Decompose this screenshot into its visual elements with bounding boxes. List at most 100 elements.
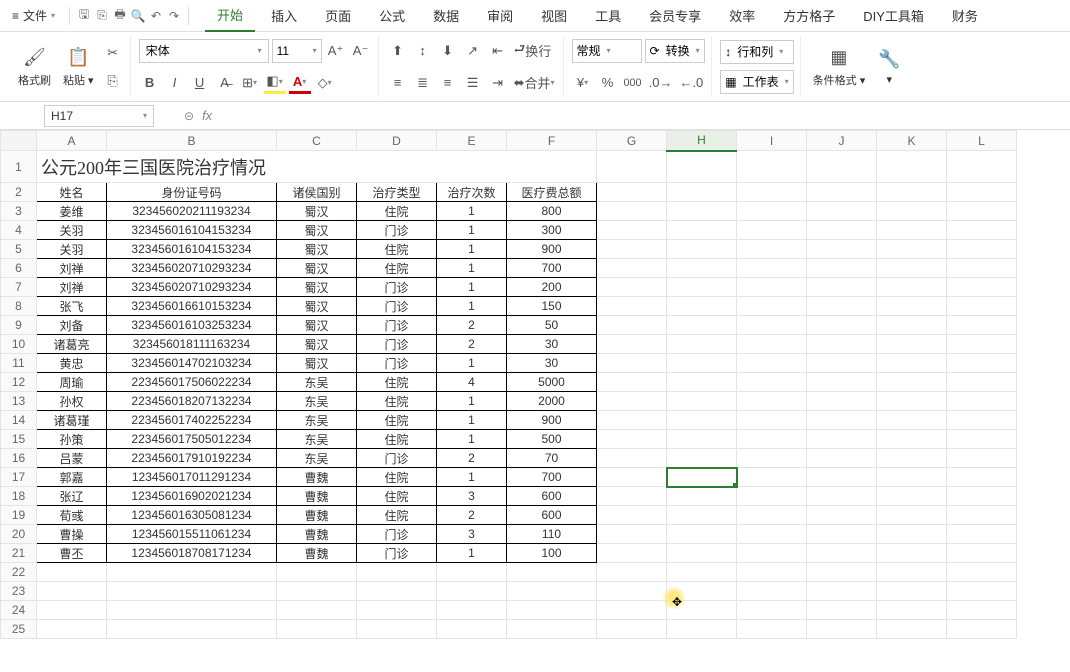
cell-B9[interactable]: 323456016103253234: [107, 316, 277, 335]
cell-G24[interactable]: [597, 601, 667, 620]
row-header-22[interactable]: 22: [1, 563, 37, 582]
cell-B3[interactable]: 323456020211193234: [107, 202, 277, 221]
cell-E18[interactable]: 3: [437, 487, 507, 506]
cell-H5[interactable]: [667, 240, 737, 259]
cell-D18[interactable]: 住院: [357, 487, 437, 506]
cell-J25[interactable]: [807, 620, 877, 639]
cell-H8[interactable]: [667, 297, 737, 316]
cell-B5[interactable]: 323456016104153234: [107, 240, 277, 259]
cell-H6[interactable]: [667, 259, 737, 278]
cell-F20[interactable]: 110: [507, 525, 597, 544]
row-header-6[interactable]: 6: [1, 259, 37, 278]
indent-button[interactable]: ⇥: [487, 72, 509, 94]
cell-K3[interactable]: [877, 202, 947, 221]
cell-G16[interactable]: [597, 449, 667, 468]
cell-L16[interactable]: [947, 449, 1017, 468]
cell-A8[interactable]: 张飞: [37, 297, 107, 316]
cell-F14[interactable]: 900: [507, 411, 597, 430]
cell-F13[interactable]: 2000: [507, 392, 597, 411]
cell-B24[interactable]: [107, 601, 277, 620]
cell-F21[interactable]: 100: [507, 544, 597, 563]
row-header-8[interactable]: 8: [1, 297, 37, 316]
cell-F19[interactable]: 600: [507, 506, 597, 525]
cell-B22[interactable]: [107, 563, 277, 582]
cell-I23[interactable]: [737, 582, 807, 601]
cell-A21[interactable]: 曹丕: [37, 544, 107, 563]
cell-J4[interactable]: [807, 221, 877, 240]
cell-C20[interactable]: 曹魏: [277, 525, 357, 544]
rowcol-button[interactable]: ↕ 行和列 ▾: [720, 40, 793, 64]
cell-I19[interactable]: [737, 506, 807, 525]
cell-F15[interactable]: 500: [507, 430, 597, 449]
cell-D23[interactable]: [357, 582, 437, 601]
cell-E3[interactable]: 1: [437, 202, 507, 221]
decrease-font-button[interactable]: A⁻: [350, 40, 372, 62]
row-header-5[interactable]: 5: [1, 240, 37, 259]
cell-D19[interactable]: 住院: [357, 506, 437, 525]
cell-B18[interactable]: 123456016902021234: [107, 487, 277, 506]
cell-I10[interactable]: [737, 335, 807, 354]
tab-效率[interactable]: 效率: [717, 0, 767, 31]
row-header-25[interactable]: 25: [1, 620, 37, 639]
cell-J10[interactable]: [807, 335, 877, 354]
cell-K5[interactable]: [877, 240, 947, 259]
cell-J6[interactable]: [807, 259, 877, 278]
cell-H25[interactable]: [667, 620, 737, 639]
cell-K23[interactable]: [877, 582, 947, 601]
cell-D22[interactable]: [357, 563, 437, 582]
cell-L25[interactable]: [947, 620, 1017, 639]
cell-C24[interactable]: [277, 601, 357, 620]
cell-C17[interactable]: 曹魏: [277, 468, 357, 487]
cell-A11[interactable]: 黄忠: [37, 354, 107, 373]
tab-审阅[interactable]: 审阅: [475, 0, 525, 31]
cell-K9[interactable]: [877, 316, 947, 335]
cell-A15[interactable]: 孙策: [37, 430, 107, 449]
cell-I7[interactable]: [737, 278, 807, 297]
cell-J18[interactable]: [807, 487, 877, 506]
cell-G25[interactable]: [597, 620, 667, 639]
cell-D10[interactable]: 门诊: [357, 335, 437, 354]
cell-H22[interactable]: [667, 563, 737, 582]
tab-DIY工具箱[interactable]: DIY工具箱: [851, 0, 936, 31]
cell-G3[interactable]: [597, 202, 667, 221]
cell-A13[interactable]: 孙权: [37, 392, 107, 411]
bold-button[interactable]: B: [139, 72, 161, 94]
cell-L18[interactable]: [947, 487, 1017, 506]
cell-D21[interactable]: 门诊: [357, 544, 437, 563]
cell-C19[interactable]: 曹魏: [277, 506, 357, 525]
cell-F16[interactable]: 70: [507, 449, 597, 468]
cell-H11[interactable]: [667, 354, 737, 373]
cell-L6[interactable]: [947, 259, 1017, 278]
currency-button[interactable]: ¥ ▾: [572, 72, 594, 94]
cell-J11[interactable]: [807, 354, 877, 373]
align-bottom-button[interactable]: ⬇: [437, 40, 459, 62]
cell-D11[interactable]: 门诊: [357, 354, 437, 373]
cell-E20[interactable]: 3: [437, 525, 507, 544]
cell-J19[interactable]: [807, 506, 877, 525]
align-left-button[interactable]: ≡: [387, 72, 409, 94]
cut-button[interactable]: ✂: [102, 42, 124, 64]
wrap-button[interactable]: ⮐ 换行: [512, 40, 554, 62]
row-header-20[interactable]: 20: [1, 525, 37, 544]
cell-F3[interactable]: 800: [507, 202, 597, 221]
cell-H17[interactable]: [667, 468, 737, 487]
cell-G2[interactable]: [597, 183, 667, 202]
cell-B2[interactable]: 身份证号码: [107, 183, 277, 202]
cell-I17[interactable]: [737, 468, 807, 487]
cell-H7[interactable]: [667, 278, 737, 297]
cell-C6[interactable]: 蜀汉: [277, 259, 357, 278]
cell-C21[interactable]: 曹魏: [277, 544, 357, 563]
cell-A18[interactable]: 张辽: [37, 487, 107, 506]
cell-C3[interactable]: 蜀汉: [277, 202, 357, 221]
cell-G10[interactable]: [597, 335, 667, 354]
cell-H4[interactable]: [667, 221, 737, 240]
cell-E7[interactable]: 1: [437, 278, 507, 297]
cell-F24[interactable]: [507, 601, 597, 620]
cell-L3[interactable]: [947, 202, 1017, 221]
cell-G1[interactable]: [597, 151, 667, 183]
export-icon[interactable]: ⎘: [94, 8, 110, 24]
title-cell[interactable]: 公元200年三国医院治疗情况: [37, 151, 597, 183]
cell-A20[interactable]: 曹操: [37, 525, 107, 544]
preview-icon[interactable]: 🔍: [130, 8, 146, 24]
print-icon[interactable]: 🖶: [112, 8, 128, 24]
